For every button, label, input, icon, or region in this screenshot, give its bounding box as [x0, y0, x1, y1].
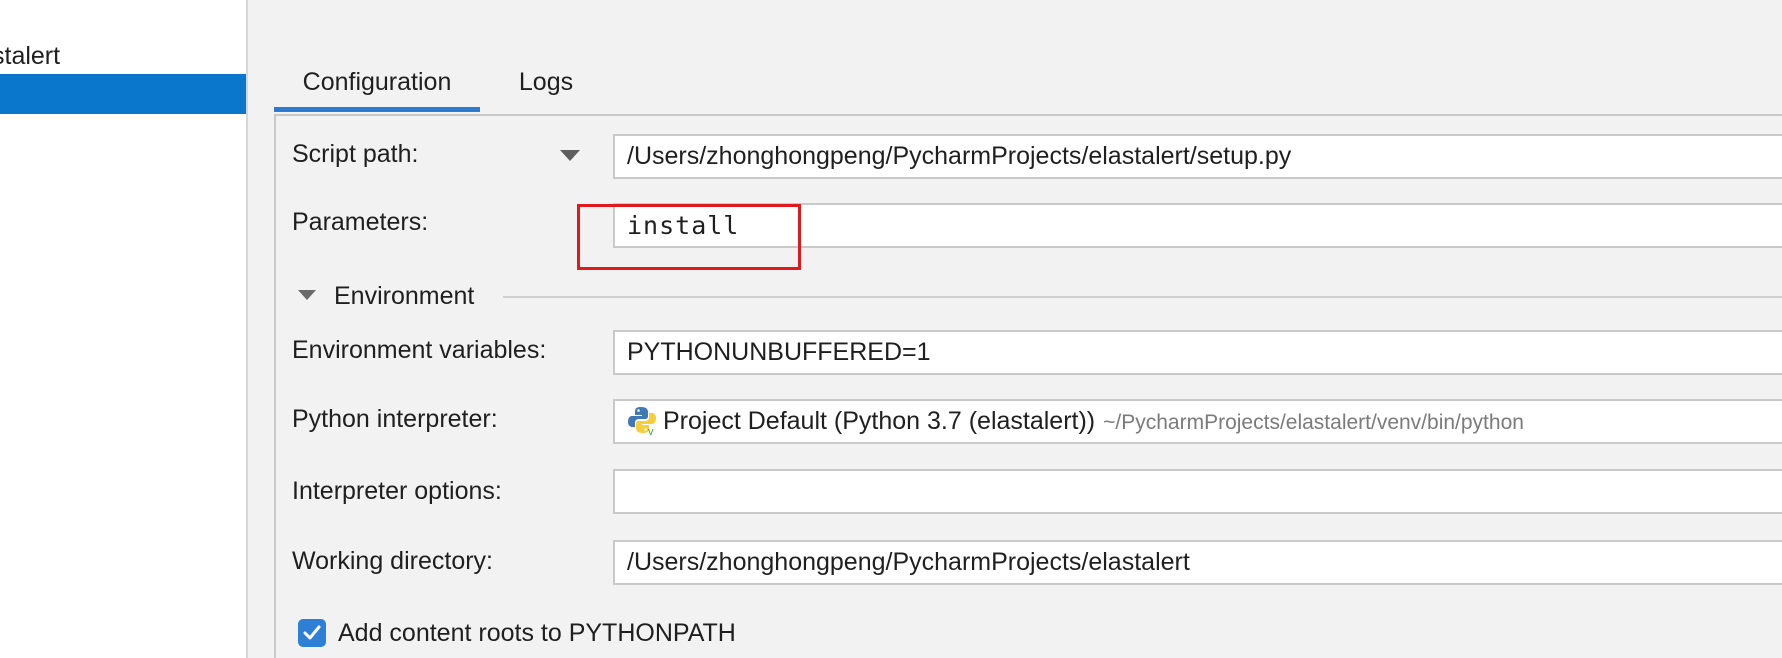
environment-section-title: Environment — [334, 282, 475, 310]
python-interpreter-select[interactable]: v Project Default (Python 3.7 (elastaler… — [613, 399, 1782, 444]
content-roots-checkbox[interactable] — [298, 619, 326, 647]
environment-section-header[interactable]: Environment — [298, 278, 1782, 314]
env-vars-label: Environment variables: — [292, 336, 547, 364]
working-directory-label: Working directory: — [292, 547, 493, 575]
tab-configuration[interactable]: Configuration — [274, 60, 480, 112]
working-directory-field[interactable]: /Users/zhonghongpeng/PycharmProjects/ela… — [613, 540, 1782, 585]
interpreter-name: Project Default (Python 3.7 (elastalert)… — [663, 407, 1096, 435]
python-interpreter-label: Python interpreter: — [292, 405, 498, 433]
script-path-field[interactable]: /Users/zhonghongpeng/PycharmProjects/ela… — [613, 134, 1782, 179]
script-type-dropdown-icon[interactable] — [560, 150, 580, 161]
env-vars-field[interactable]: PYTHONUNBUFFERED=1 — [613, 330, 1782, 375]
interpreter-path: ~/PycharmProjects/elastalert/venv/bin/py… — [1103, 411, 1524, 434]
parameters-label: Parameters: — [292, 208, 429, 236]
sidebar-item-selected[interactable] — [0, 74, 246, 114]
interpreter-options-field[interactable] — [613, 469, 1782, 514]
highlight-annotation-box — [577, 204, 801, 270]
script-path-label: Script path: — [292, 140, 419, 168]
checkmark-icon — [303, 625, 321, 640]
sidebar-item-elastalert[interactable]: stalert — [0, 36, 60, 76]
tab-bar: Configuration Logs — [274, 60, 1782, 116]
run-config-sidebar: stalert — [0, 0, 248, 658]
section-divider — [503, 296, 1782, 298]
python-icon: v — [627, 405, 657, 438]
interpreter-options-label: Interpreter options: — [292, 477, 502, 505]
collapse-triangle-icon — [298, 290, 316, 300]
sidebar-item-label: stalert — [0, 42, 61, 70]
tab-logs[interactable]: Logs — [506, 60, 586, 112]
content-roots-label[interactable]: Add content roots to PYTHONPATH — [338, 617, 736, 649]
svg-text:v: v — [648, 426, 654, 435]
